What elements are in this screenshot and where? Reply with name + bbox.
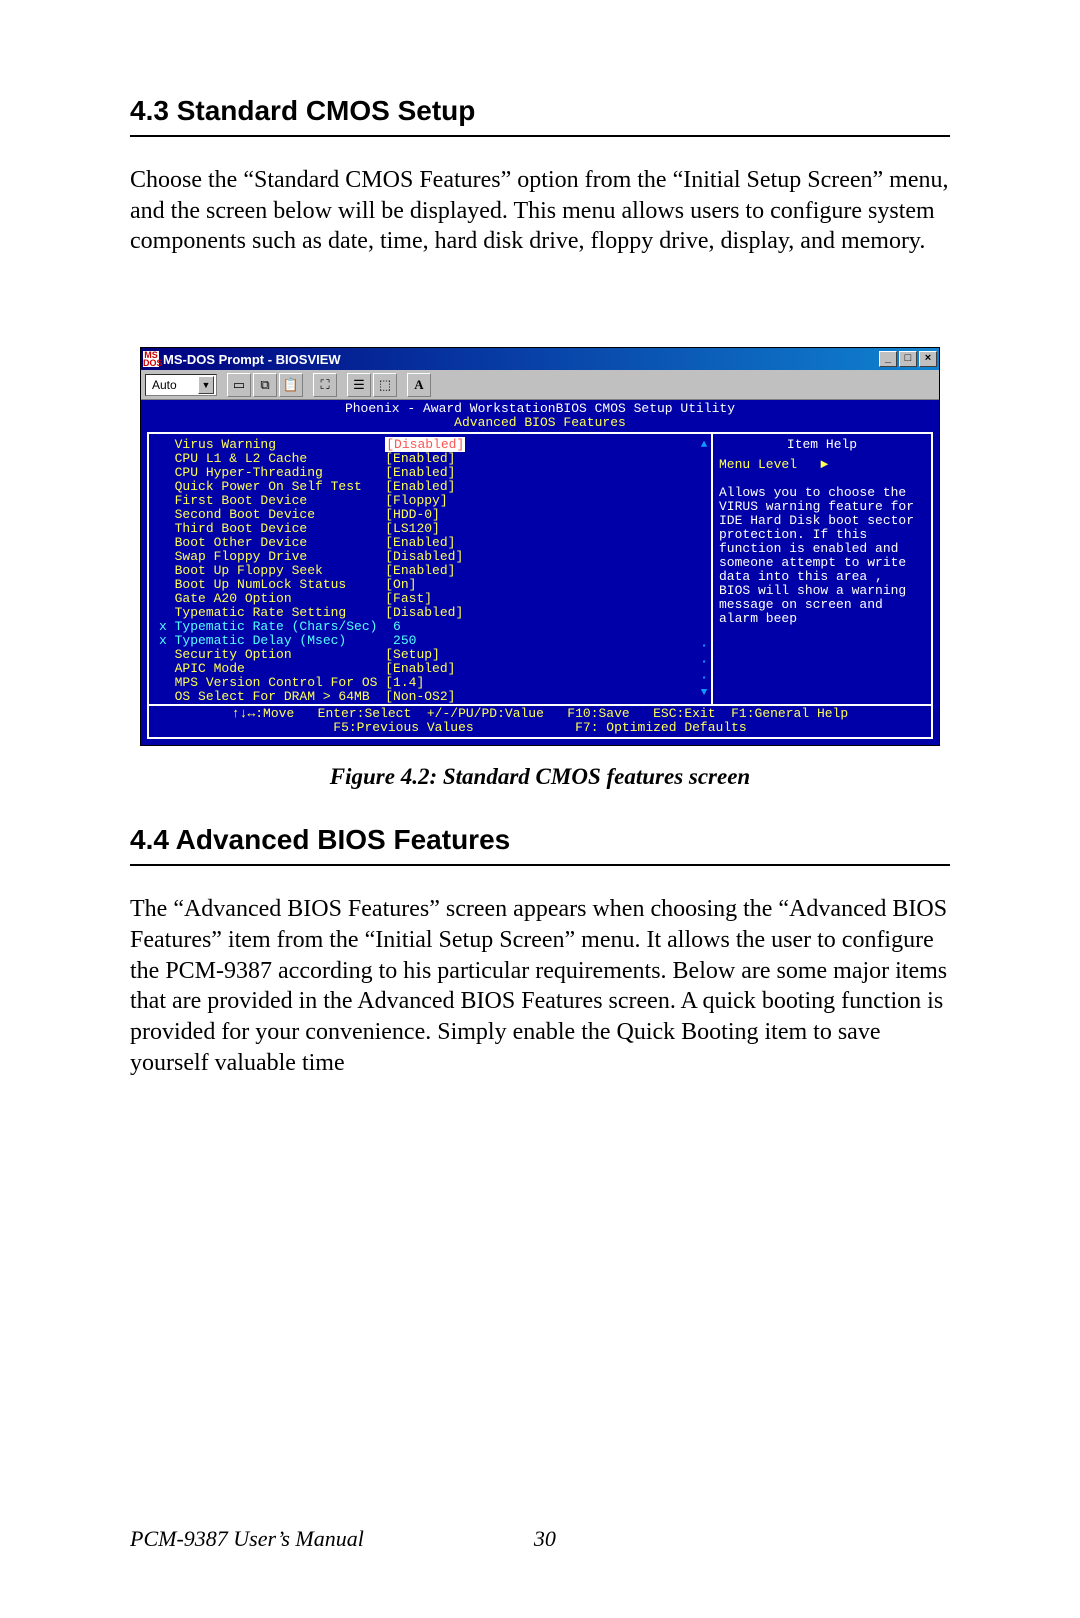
- page-footer: PCM-9387 User’s Manual 30: [130, 1526, 950, 1552]
- maximize-button[interactable]: □: [899, 351, 917, 367]
- copy-icon[interactable]: ⧉: [253, 373, 277, 397]
- toolbar-btn-1[interactable]: ▭: [227, 373, 251, 397]
- background-icon[interactable]: ⬚: [373, 373, 397, 397]
- figure-caption: Figure 4.2: Standard CMOS features scree…: [130, 764, 950, 790]
- bios-options-panel[interactable]: Virus Warning [Disabled] CPU L1 & L2 Cac…: [149, 434, 711, 704]
- window-title: MS-DOS Prompt - BIOSVIEW: [163, 352, 879, 367]
- section-4-4-body: The “Advanced BIOS Features” screen appe…: [130, 894, 950, 1078]
- scroll-down-icon[interactable]: [701, 686, 708, 700]
- close-button[interactable]: ×: [919, 351, 937, 367]
- bios-help-panel: Item Help Menu Level ► Allows you to choo…: [711, 434, 931, 704]
- figure-4-2: MSDOS MS-DOS Prompt - BIOSVIEW _ □ × Aut…: [130, 347, 950, 746]
- paste-icon[interactable]: 📋: [279, 373, 303, 397]
- bios-header: Phoenix - Award WorkstationBIOS CMOS Set…: [147, 402, 933, 430]
- dos-toolbar: Auto ▼ ▭ ⧉ 📋 ⛶ ☰ ⬚ A: [141, 370, 939, 400]
- bios-scrollbar[interactable]: ▪▪▪: [697, 438, 711, 700]
- font-button[interactable]: A: [407, 373, 431, 397]
- help-title: Item Help: [719, 438, 925, 452]
- properties-icon[interactable]: ☰: [347, 373, 371, 397]
- section-4-3-body: Choose the “Standard CMOS Features” opti…: [130, 165, 950, 257]
- help-text: Allows you to choose the VIRUS warning f…: [719, 485, 922, 626]
- scroll-up-icon[interactable]: [701, 438, 708, 452]
- msdos-icon: MSDOS: [143, 351, 159, 367]
- bios-screen: Phoenix - Award WorkstationBIOS CMOS Set…: [141, 400, 939, 745]
- chevron-down-icon: ▼: [198, 376, 214, 394]
- section-heading-4-3: 4.3 Standard CMOS Setup: [130, 95, 950, 137]
- dropdown-value: Auto: [152, 378, 177, 392]
- help-menu-level: Menu Level ►: [719, 457, 828, 472]
- minimize-button[interactable]: _: [879, 351, 897, 367]
- font-size-dropdown[interactable]: Auto ▼: [145, 374, 217, 396]
- section-heading-4-4: 4.4 Advanced BIOS Features: [130, 824, 950, 866]
- bios-footer: ↑↓↔:Move Enter:Select +/-/PU/PD:Value F1…: [147, 706, 933, 739]
- footer-page-number: 30: [534, 1526, 556, 1552]
- footer-manual-name: PCM-9387 User’s Manual: [130, 1526, 364, 1552]
- window-titlebar: MSDOS MS-DOS Prompt - BIOSVIEW _ □ ×: [141, 348, 939, 370]
- bios-window: MSDOS MS-DOS Prompt - BIOSVIEW _ □ × Aut…: [140, 347, 940, 746]
- fullscreen-icon[interactable]: ⛶: [313, 373, 337, 397]
